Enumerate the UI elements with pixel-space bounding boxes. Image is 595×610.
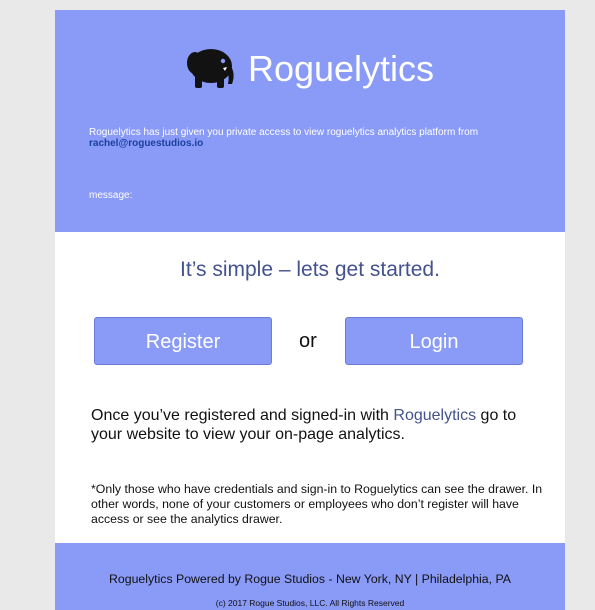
elephant-icon: [186, 49, 234, 88]
access-description: Roguelytics has just given you private a…: [89, 127, 479, 138]
footer-powered-by: Roguelytics Powered by Rogue Studios - N…: [109, 572, 511, 586]
message-label: message:: [89, 190, 133, 201]
login-button[interactable]: Login: [345, 317, 523, 365]
brand-name: Roguelytics: [247, 48, 435, 89]
access-text: Roguelytics has just given you private a…: [89, 127, 539, 149]
brand: Roguelytics: [55, 46, 565, 92]
footer-copyright: (c) 2017 Rogue Studios, LLC. All Rights …: [215, 598, 405, 608]
info-text: Once you’ve registered and signed-in wit…: [91, 406, 543, 444]
or-separator: or: [299, 330, 317, 352]
info-brand: Roguelytics: [393, 407, 477, 424]
footer: Roguelytics Powered by Rogue Studios - N…: [55, 543, 565, 610]
info-before: Once you’ve registered and signed-in wit…: [91, 407, 394, 424]
register-button[interactable]: Register: [94, 317, 272, 365]
header-banner: Roguelytics Roguelytics has just given y…: [55, 10, 565, 232]
disclaimer-note: *Only those who have credentials and sig…: [91, 482, 543, 526]
headline: It’s simple – lets get started.: [180, 258, 440, 281]
email-card: Roguelytics Roguelytics has just given y…: [55, 10, 565, 610]
sender-email-link[interactable]: rachel@roguestudios.io: [89, 138, 203, 149]
